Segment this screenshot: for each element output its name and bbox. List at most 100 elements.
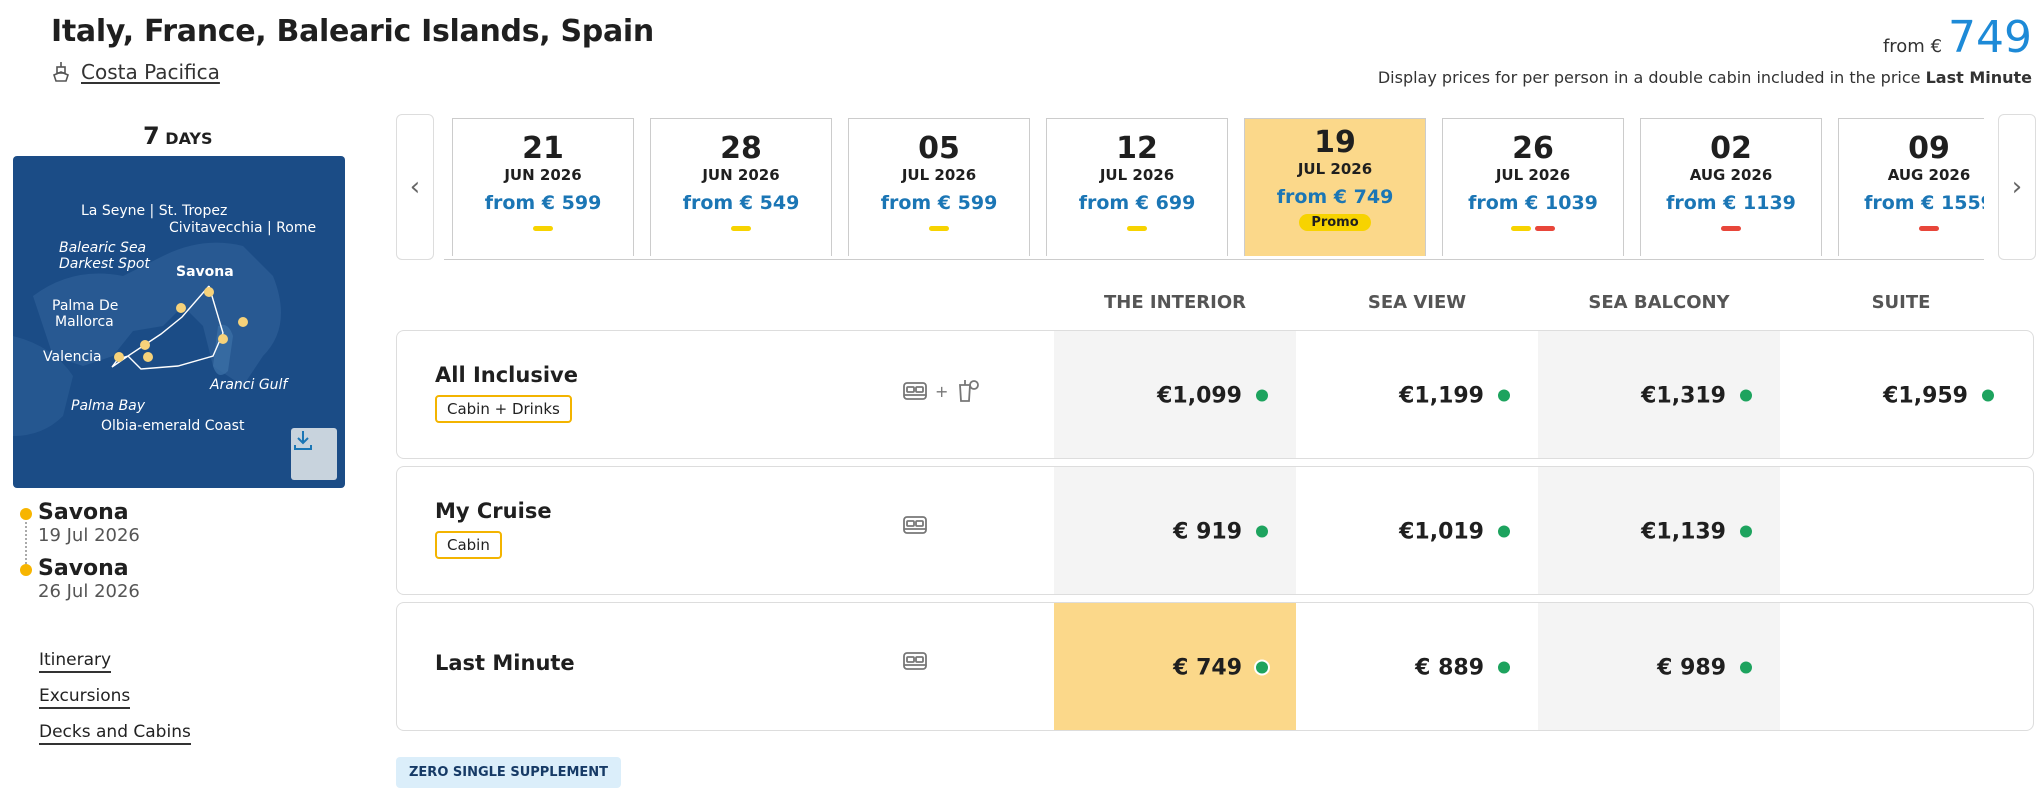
map-label: Mallorca <box>55 314 114 330</box>
date-month: JUN 2026 <box>702 166 780 184</box>
carousel-next-button[interactable]: › <box>1998 114 2036 260</box>
yellow-mark <box>1511 226 1531 231</box>
column-header-suite: SUITE <box>1871 292 1931 313</box>
itinerary-link[interactable]: Itinerary <box>39 650 112 673</box>
red-mark <box>1535 226 1555 231</box>
availability-marks <box>1443 226 1623 232</box>
download-map-button[interactable] <box>291 428 337 480</box>
price-value: € 749 <box>1173 655 1242 680</box>
price-cell[interactable]: €1,099 <box>1054 331 1296 458</box>
availability-dot <box>1740 389 1752 402</box>
price-cell[interactable]: €1,139 <box>1538 467 1780 594</box>
carousel-prev-button[interactable]: ‹ <box>396 114 434 260</box>
bed-icon <box>903 382 927 400</box>
price-value: €1,319 <box>1641 383 1726 408</box>
display-note: Display prices for per person in a doubl… <box>1378 68 2032 87</box>
map-label: Darkest Spot <box>59 256 150 272</box>
availability-dot <box>1982 389 1994 402</box>
ship-name[interactable]: Costa Pacifica <box>81 60 220 84</box>
fare-name: All Inclusive <box>435 363 578 387</box>
availability-marks <box>1047 226 1227 232</box>
date-price: from € 699 <box>1078 192 1196 214</box>
price-cell-empty <box>1780 467 2022 594</box>
download-icon <box>294 431 312 450</box>
availability-marks <box>453 226 633 232</box>
price-cell-selected[interactable]: € 749 <box>1054 603 1296 730</box>
date-card[interactable]: 05 JUL 2026 from € 599 <box>848 118 1030 256</box>
price-cell[interactable]: € 919 <box>1054 467 1296 594</box>
date-price: from € 599 <box>484 192 602 214</box>
availability-marks <box>651 226 831 232</box>
price: €1,199 <box>1399 383 1510 408</box>
availability-dot <box>1256 525 1268 538</box>
price-value: €1,019 <box>1399 519 1484 544</box>
fare-row-my-cruise: My Cruise Cabin € 919 €1,019 €1,139 <box>396 466 2034 595</box>
price-value: €1,959 <box>1883 383 1968 408</box>
red-mark <box>1721 226 1741 231</box>
duration-label: DAYS <box>165 129 213 148</box>
ship-link[interactable]: Costa Pacifica <box>51 60 220 84</box>
date-month: JUL 2026 <box>1297 160 1373 178</box>
yellow-mark <box>731 226 751 231</box>
itinerary-stops: Savona 19 Jul 2026 Savona 26 Jul 2026 <box>20 500 140 612</box>
stop-departure: Savona 19 Jul 2026 <box>20 500 140 546</box>
column-header-sea-balcony: SEA BALCONY <box>1588 292 1730 313</box>
excursions-link[interactable]: Excursions <box>39 686 131 709</box>
price-cell[interactable]: €1,199 <box>1296 331 1538 458</box>
date-carousel: ‹ 21 JUN 2026 from € 599 28 JUN 2026 fro… <box>396 114 2036 260</box>
stop-city: Savona <box>38 500 129 525</box>
ship-icon <box>53 62 69 82</box>
date-card[interactable]: 26 JUL 2026 from € 1039 <box>1442 118 1624 256</box>
date-price: from € 599 <box>880 192 998 214</box>
price-cell-empty <box>1780 603 2022 730</box>
price-cell[interactable]: €1,319 <box>1538 331 1780 458</box>
price-value: €1,199 <box>1399 383 1484 408</box>
fare-icons <box>901 513 929 537</box>
date-month: JUL 2026 <box>901 166 977 184</box>
plus-sign: + <box>935 381 949 401</box>
availability-dot <box>1498 389 1510 402</box>
price-cell[interactable]: € 889 <box>1296 603 1538 730</box>
display-note-fare: Last Minute <box>1925 68 2032 87</box>
fare-tag: Cabin <box>435 531 502 559</box>
map-label: Palma De <box>52 298 119 314</box>
date-card[interactable]: 02 AUG 2026 from € 1139 <box>1640 118 1822 256</box>
availability-dot <box>1740 525 1752 538</box>
header-price-value: 749 <box>1948 12 2032 63</box>
duration: 7 DAYS <box>143 122 213 150</box>
bed-icon <box>903 652 927 670</box>
itinerary-map[interactable]: La Seyne | St. Tropez Civitavecchia | Ro… <box>13 156 345 488</box>
date-card[interactable]: 28 JUN 2026 from € 549 <box>650 118 832 256</box>
price-value: € 989 <box>1657 655 1726 680</box>
date-price: from € 749 <box>1276 186 1394 208</box>
price-cell[interactable]: € 989 <box>1538 603 1780 730</box>
header-price: from € 749 <box>1883 12 2032 63</box>
price: €1,319 <box>1641 383 1752 408</box>
fare-row-all-inclusive: All Inclusive Cabin + Drinks + €1,099 €1… <box>396 330 2034 459</box>
red-mark <box>1919 226 1939 231</box>
date-card[interactable]: 12 JUL 2026 from € 699 <box>1046 118 1228 256</box>
stop-dot <box>20 508 32 520</box>
availability-dot <box>1256 661 1268 674</box>
yellow-mark <box>1127 226 1147 231</box>
price-cell[interactable]: €1,019 <box>1296 467 1538 594</box>
date-price: from € 1139 <box>1666 192 1796 214</box>
price: €1,099 <box>1157 383 1268 408</box>
map-label: La Seyne | St. Tropez <box>81 203 228 219</box>
availability-marks <box>849 226 1029 232</box>
map-label: Aranci Gulf <box>210 377 288 393</box>
date-card-selected[interactable]: 19 JUL 2026 from € 749 Promo <box>1244 118 1426 256</box>
price: € 889 <box>1415 655 1510 680</box>
date-card[interactable]: 21 JUN 2026 from € 599 <box>452 118 634 256</box>
date-day: 02 <box>1710 131 1752 166</box>
fare-name: Last Minute <box>435 651 575 675</box>
display-note-text: Display prices for per person in a doubl… <box>1377 68 1921 87</box>
stop-city: Savona <box>38 556 129 581</box>
date-card[interactable]: 09 AUG 2026 from € 1559 <box>1838 118 1984 256</box>
price-cell[interactable]: €1,959 <box>1780 331 2022 458</box>
map-label: Valencia <box>43 349 102 365</box>
decks-and-cabins-link[interactable]: Decks and Cabins <box>39 722 191 745</box>
availability-dot <box>1740 661 1752 674</box>
price-value: €1,099 <box>1157 383 1242 408</box>
column-header-sea-view: SEA VIEW <box>1367 292 1467 313</box>
